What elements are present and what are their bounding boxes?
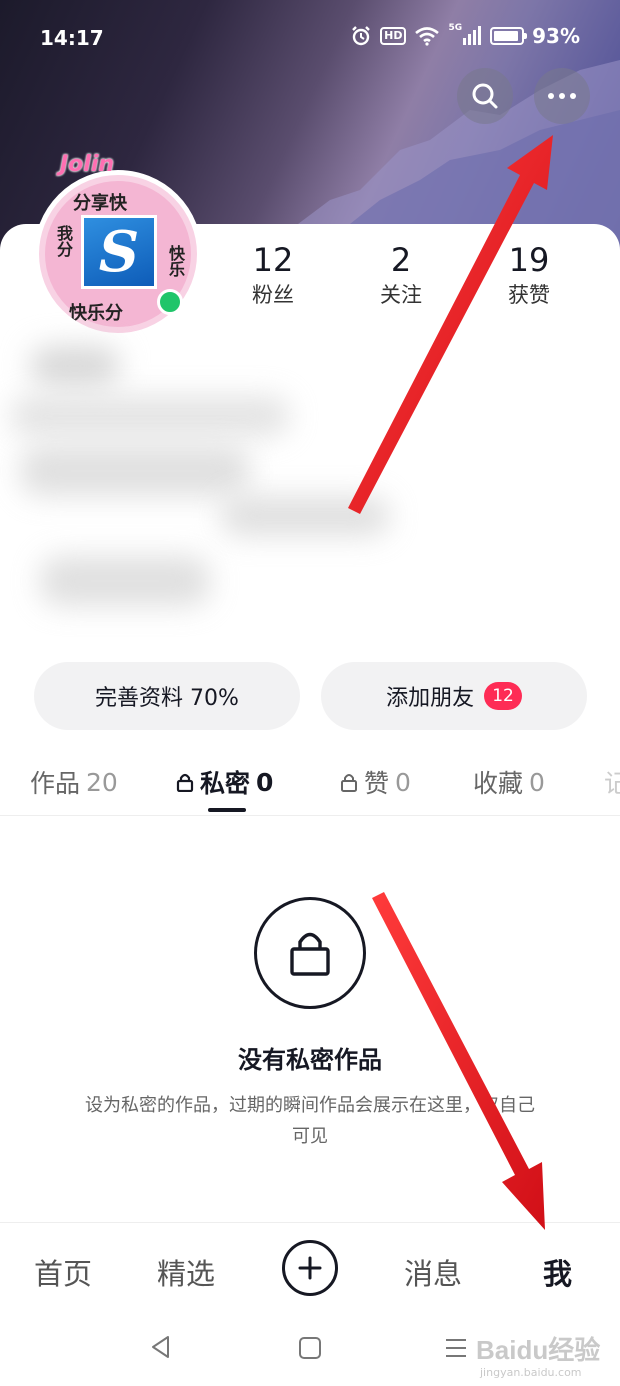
more-horizontal-icon [548,93,576,99]
stat-following-value: 2 [390,241,412,279]
tab-liked[interactable]: 赞 0 [340,764,411,800]
create-post-button[interactable] [282,1240,338,1296]
lock-icon [341,774,357,792]
empty-state-description: 设为私密的作品，过期的瞬间作品会展示在这里，仅自己可见 [85,1095,535,1147]
nav-me[interactable]: 我 [543,1251,572,1293]
add-friends-button[interactable]: 添加朋友 12 [321,662,587,730]
menu-lines-icon[interactable] [444,1336,468,1360]
more-options-button[interactable] [534,68,590,124]
tab-private[interactable]: 私密 0 [176,764,273,800]
tab-private-count: 0 [256,767,274,797]
nav-featured[interactable]: 精选 [157,1251,215,1293]
stat-likes-label: 获赞 [508,283,550,307]
tab-works[interactable]: 作品 20 [30,764,118,800]
tab-works-label: 作品 [30,769,81,798]
complete-profile-button[interactable]: 完善资料 70% [34,662,300,730]
empty-state-title: 没有私密作品 [238,1046,382,1074]
tab-private-label: 私密 [200,769,251,798]
watermark-url: jingyan.baidu.com [480,1366,582,1379]
back-triangle-icon[interactable] [148,1334,174,1360]
tab-liked-count: 0 [395,767,411,797]
status-time: 14:17 [40,26,104,50]
signal-icon [463,26,482,45]
lock-icon [176,773,194,792]
avatar-logo: S [81,215,157,289]
active-tab-indicator [208,808,246,812]
hd-indicator: HD [380,27,407,45]
stat-followers-label: 粉丝 [252,283,294,307]
add-friends-badge: 12 [484,682,522,710]
blurred-profile-info [10,336,410,646]
tab-favorites-label: 收藏 [473,769,524,798]
avatar-text-bottom: 快乐分 [69,303,123,324]
stat-likes[interactable]: 19 获赞 [479,240,579,310]
stat-likes-value: 19 [508,241,550,279]
wifi-icon [415,27,440,46]
tab-liked-label: 赞 [364,769,390,798]
avatar-text-right: 快乐 [166,245,185,277]
tab-favorites-count: 0 [529,767,545,797]
system-navigation-bar: Baidu经验 jingyan.baidu.com [0,1314,620,1386]
home-square-icon[interactable] [298,1336,322,1360]
alarm-icon [352,26,370,46]
complete-profile-label: 完善资料 70% [95,686,239,711]
tab-favorites[interactable]: 收藏 0 [473,764,545,800]
stat-following[interactable]: 2 关注 [351,240,451,310]
watermark-logo: Baidu经验 [476,1335,601,1365]
avatar-text-left: 我分 [54,225,73,257]
network-type: 5G [448,23,463,33]
lock-icon [290,932,330,976]
online-status-dot [157,289,183,315]
stat-following-label: 关注 [380,283,422,307]
tab-works-count: 20 [86,767,118,797]
empty-state-lock [254,897,366,1009]
avatar-brand-text: Jolin [60,152,115,177]
stat-followers-value: 12 [252,241,294,279]
content-tabs: 作品 20 私密 0 赞 0 收藏 0 记 [0,752,620,816]
battery-percentage: 93% [532,24,580,48]
plus-icon [298,1256,322,1280]
nav-messages[interactable]: 消息 [404,1251,462,1293]
add-friends-label: 添加朋友 [386,686,475,711]
battery-icon [490,27,528,45]
avatar-text-top: 分享快 [73,193,127,214]
tab-more[interactable]: 记 [604,764,620,800]
tab-more-label: 记 [604,769,620,798]
search-icon [472,83,498,109]
stat-followers[interactable]: 12 粉丝 [223,240,323,310]
search-button[interactable] [457,68,513,124]
status-bar: 14:17 HD 5G 93% [0,0,620,76]
nav-home[interactable]: 首页 [34,1251,92,1293]
bottom-navigation: 首页 精选 消息 我 [0,1222,620,1314]
